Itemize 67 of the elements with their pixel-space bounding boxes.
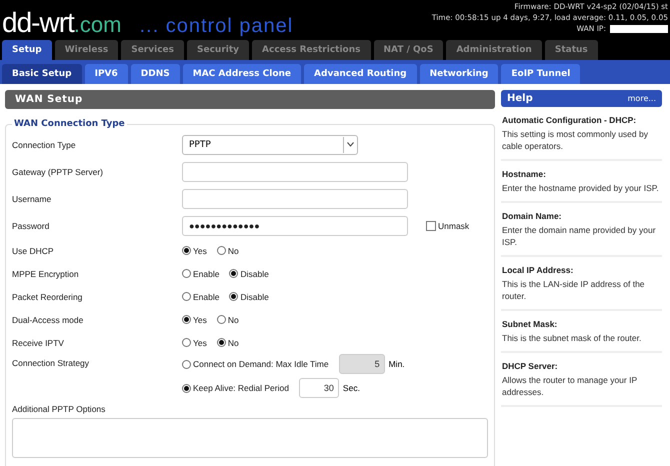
help-text: This is the subnet mask of the router. xyxy=(502,332,642,344)
logo-text: dd-wrt xyxy=(2,10,74,36)
menu-tab[interactable]: Status xyxy=(544,40,598,60)
help-text: Allows the router to manage your IP addresses. xyxy=(502,374,638,398)
help-heading: Local IP Address: xyxy=(502,265,574,275)
radio-option[interactable]: Keep Alive: Redial Period xyxy=(182,383,289,393)
radio-option[interactable]: No xyxy=(216,314,239,324)
password-field[interactable]: ●●●●●●●●●●●●● xyxy=(182,216,408,236)
field-label: Username xyxy=(12,194,52,204)
menu-tab[interactable]: Wireless xyxy=(54,40,118,60)
menu-tab[interactable]: Setup xyxy=(2,40,52,60)
menu-tab[interactable]: Administration xyxy=(446,40,542,60)
field-label: Packet Reordering xyxy=(12,292,84,302)
radio-option[interactable]: Yes xyxy=(182,314,207,324)
radio-option[interactable]: Yes xyxy=(182,246,207,256)
sub-tab[interactable]: EoIP Tunnel xyxy=(501,64,580,84)
menu-tab[interactable]: Security xyxy=(187,40,250,60)
number-field[interactable]: 30 xyxy=(298,378,339,398)
radio-option[interactable]: No xyxy=(216,246,239,256)
text-field[interactable] xyxy=(182,162,408,182)
help-title: Help xyxy=(507,93,533,104)
field-label: Connection Type xyxy=(12,140,77,150)
field-label: Dual-Access mode xyxy=(12,314,84,324)
fieldset-legend: WAN Connection Type xyxy=(12,119,127,129)
help-heading: Subnet Mask: xyxy=(502,319,558,329)
help-heading: DHCP Server: xyxy=(502,361,559,371)
unit-label: Min. xyxy=(388,359,405,369)
unmask-checkbox[interactable]: Unmask xyxy=(426,220,470,230)
menu-tab[interactable]: Access Restrictions xyxy=(252,40,371,60)
field-label: Connection Strategy xyxy=(12,358,90,368)
help-heading: Hostname: xyxy=(502,169,547,179)
caret-icon xyxy=(343,136,357,152)
sub-tab[interactable]: Networking xyxy=(420,64,498,84)
options-textarea[interactable] xyxy=(12,418,488,458)
sub-tab[interactable]: Advanced Routing xyxy=(304,64,417,84)
help-text: This is the LAN-side IP address of the router. xyxy=(502,278,646,302)
wan-ip-value xyxy=(610,24,668,32)
logo-tagline: ... control panel xyxy=(139,16,294,36)
field-label: Additional PPTP Options xyxy=(12,404,106,414)
field-label: Password xyxy=(12,220,50,230)
menu-tab[interactable]: Services xyxy=(121,40,184,60)
help-text: This setting is most commonly used by cable operators. xyxy=(502,128,649,152)
sub-tab[interactable]: Basic Setup xyxy=(2,64,82,84)
radio-option[interactable]: No xyxy=(216,338,239,348)
radio-option[interactable]: Yes xyxy=(182,338,207,348)
sub-tab[interactable]: DDNS xyxy=(130,64,180,84)
radio-option[interactable]: Disable xyxy=(229,292,269,302)
more-link[interactable]: more... xyxy=(628,94,656,103)
help-heading: Automatic Configuration - DHCP: xyxy=(502,115,638,125)
radio-option[interactable]: Disable xyxy=(229,268,269,278)
sub-tab[interactable]: IPV6 xyxy=(84,64,128,84)
connection-type-dropdown[interactable]: PPTP xyxy=(182,134,358,154)
text-field[interactable] xyxy=(182,188,408,208)
field-label: Receive IPTV xyxy=(12,338,65,348)
field-label: MPPE Encryption xyxy=(12,268,80,278)
help-text: Enter the hostname provided by your ISP. xyxy=(502,182,660,194)
menu-tab[interactable]: NAT / QoS xyxy=(374,40,444,60)
section-title: WAN Setup xyxy=(5,90,495,109)
help-heading: Domain Name: xyxy=(502,211,563,221)
help-text: Enter the domain name provided by your ISP. xyxy=(502,224,657,248)
field-label: Use DHCP xyxy=(12,246,55,256)
unit-label: Sec. xyxy=(342,383,360,393)
sub-tab[interactable]: MAC Address Clone xyxy=(182,64,302,84)
field-label: Gateway (PPTP Server) xyxy=(12,166,104,176)
logo-domain: .com xyxy=(74,14,122,36)
radio-option[interactable]: Enable xyxy=(182,292,220,302)
radio-option[interactable]: Enable xyxy=(182,268,220,278)
